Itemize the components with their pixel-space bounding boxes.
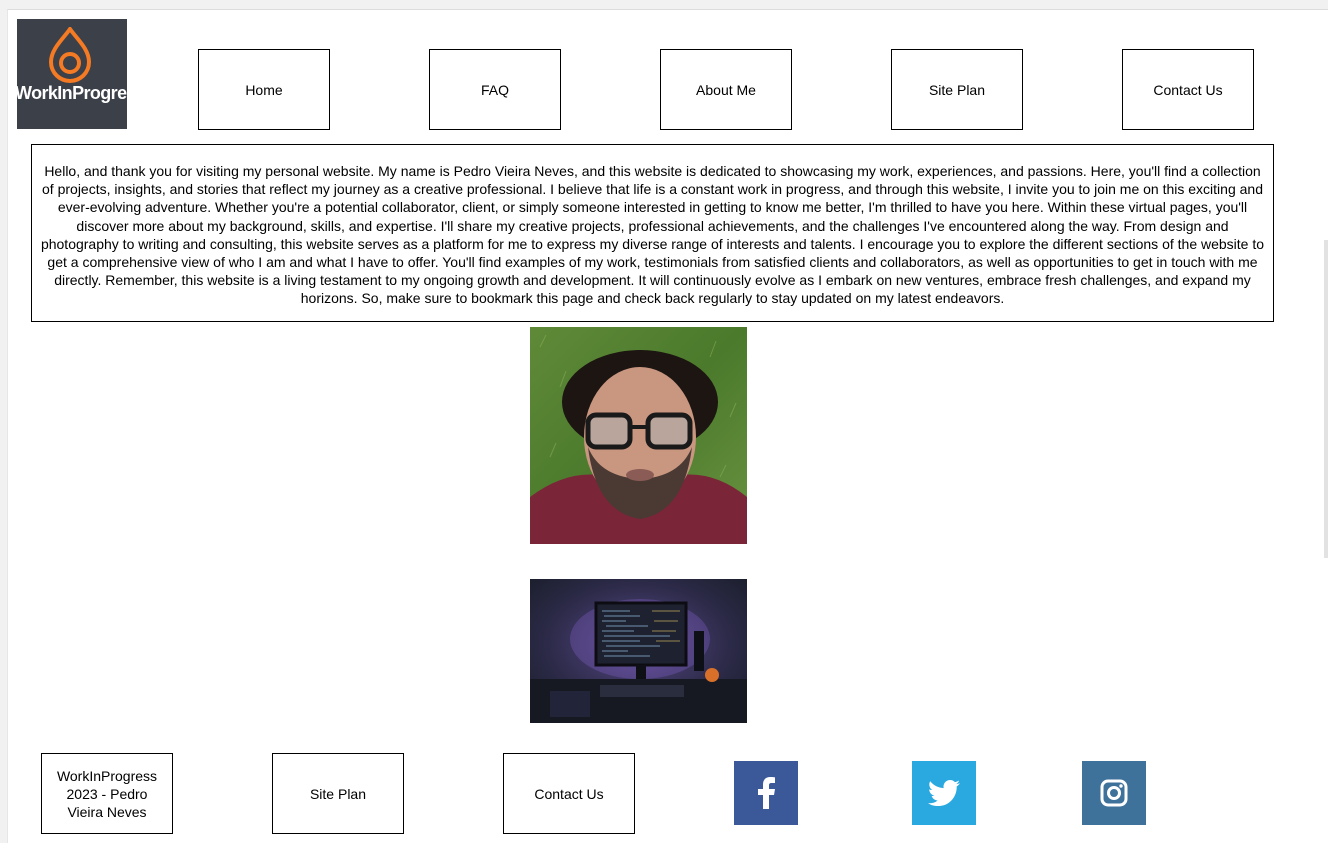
nav-faq-button[interactable]: FAQ (429, 49, 561, 130)
intro-paragraph: Hello, and thank you for visiting my per… (40, 163, 1265, 307)
workspace-photo (530, 579, 747, 723)
facebook-icon (758, 777, 775, 809)
intro-text-box: Hello, and thank you for visiting my per… (31, 144, 1274, 322)
site-logo[interactable]: WorkInProgress (17, 19, 127, 129)
nav-contact-us-button[interactable]: Contact Us (1122, 49, 1254, 130)
facebook-link[interactable] (734, 761, 798, 825)
instagram-link[interactable] (1082, 761, 1146, 825)
footer-site-plan-button[interactable]: Site Plan (272, 753, 404, 834)
flame-logo-icon (48, 27, 92, 83)
nav-about-me-button[interactable]: About Me (660, 49, 792, 130)
twitter-icon (928, 780, 960, 806)
nav-home-button[interactable]: Home (198, 49, 330, 130)
logo-text: WorkInProgress (17, 83, 127, 103)
footer-contact-us-button[interactable]: Contact Us (503, 753, 635, 834)
twitter-link[interactable] (912, 761, 976, 825)
instagram-icon (1100, 779, 1128, 807)
nav-site-plan-button[interactable]: Site Plan (891, 49, 1023, 130)
scrollbar[interactable] (1324, 240, 1328, 558)
footer-copyright: WorkInProgress 2023 - Pedro Vieira Neves (41, 753, 173, 834)
profile-photo (530, 327, 747, 544)
